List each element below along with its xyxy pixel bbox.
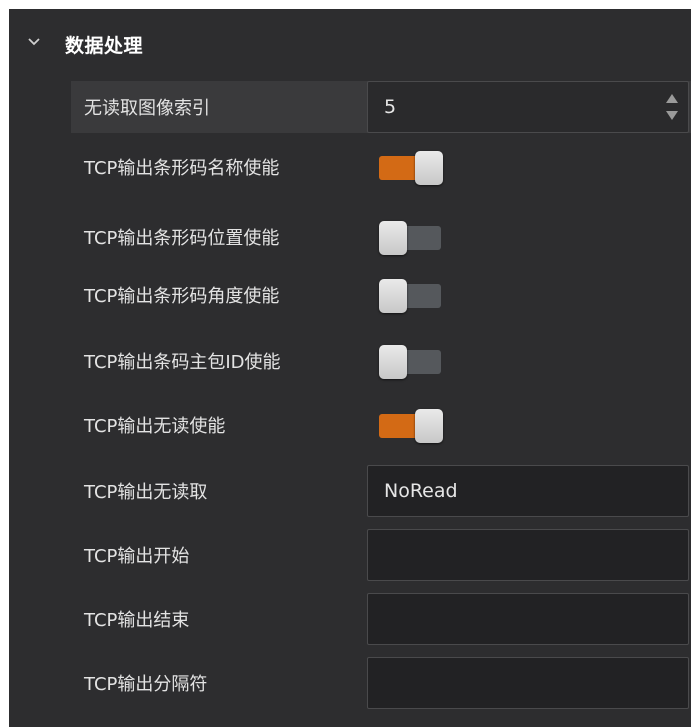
output-end-input[interactable] bbox=[367, 593, 689, 645]
barcode-packet-id-enable-toggle[interactable] bbox=[379, 344, 443, 379]
output-separator-input[interactable] bbox=[367, 657, 689, 709]
toggle-knob bbox=[379, 345, 407, 379]
no-read-text-value: NoRead bbox=[384, 480, 458, 502]
no-read-enable-label: TCP输出无读使能 bbox=[84, 416, 226, 437]
row-output-start: TCP输出开始 bbox=[71, 529, 691, 581]
output-separator-label: TCP输出分隔符 bbox=[84, 674, 208, 695]
chevron-down-icon[interactable] bbox=[27, 35, 41, 49]
no-read-text-input[interactable]: NoRead bbox=[367, 465, 689, 517]
row-barcode-packet-id-enable: TCP输出条码主包ID使能 bbox=[71, 335, 691, 387]
spinner bbox=[664, 88, 680, 126]
no-read-text-label: TCP输出无读取 bbox=[84, 482, 208, 503]
barcode-name-enable-label: TCP输出条形码名称使能 bbox=[84, 158, 280, 179]
toggle-knob bbox=[379, 279, 407, 313]
output-start-label: TCP输出开始 bbox=[84, 546, 190, 567]
output-start-input[interactable] bbox=[367, 529, 689, 581]
row-no-read-text: TCP输出无读取 NoRead bbox=[71, 465, 691, 517]
spin-up-icon[interactable] bbox=[666, 94, 678, 103]
barcode-packet-id-enable-label: TCP输出条码主包ID使能 bbox=[84, 352, 281, 373]
spin-down-icon[interactable] bbox=[666, 111, 678, 120]
no-read-image-index-input[interactable]: 5 bbox=[367, 81, 689, 133]
barcode-position-enable-toggle[interactable] bbox=[379, 220, 443, 255]
row-no-read-image-index: 无读取图像索引 5 bbox=[71, 81, 691, 133]
barcode-angle-enable-label: TCP输出条形码角度使能 bbox=[84, 286, 280, 307]
no-read-image-index-label: 无读取图像索引 bbox=[84, 98, 210, 119]
barcode-position-enable-label: TCP输出条形码位置使能 bbox=[84, 228, 280, 249]
barcode-angle-enable-toggle[interactable] bbox=[379, 278, 443, 313]
output-end-label: TCP输出结束 bbox=[84, 610, 190, 631]
toggle-knob bbox=[379, 221, 407, 255]
row-barcode-position-enable: TCP输出条形码位置使能 bbox=[71, 211, 691, 263]
settings-panel: 数据处理 无读取图像索引 5 TCP输出条形码名称使能 TCP输出条形码位置使能… bbox=[9, 9, 691, 727]
row-output-separator: TCP输出分隔符 bbox=[71, 657, 691, 709]
row-barcode-name-enable: TCP输出条形码名称使能 bbox=[71, 141, 691, 193]
toggle-knob bbox=[415, 151, 443, 185]
section-title: 数据处理 bbox=[65, 35, 144, 57]
toggle-knob bbox=[415, 409, 443, 443]
barcode-name-enable-toggle[interactable] bbox=[379, 150, 443, 185]
row-barcode-angle-enable: TCP输出条形码角度使能 bbox=[71, 269, 691, 321]
no-read-image-index-value: 5 bbox=[384, 96, 397, 118]
no-read-enable-toggle[interactable] bbox=[379, 408, 443, 443]
section-header-data-processing[interactable]: 数据处理 bbox=[9, 9, 691, 73]
row-no-read-enable: TCP输出无读使能 bbox=[71, 399, 691, 451]
row-output-end: TCP输出结束 bbox=[71, 593, 691, 645]
